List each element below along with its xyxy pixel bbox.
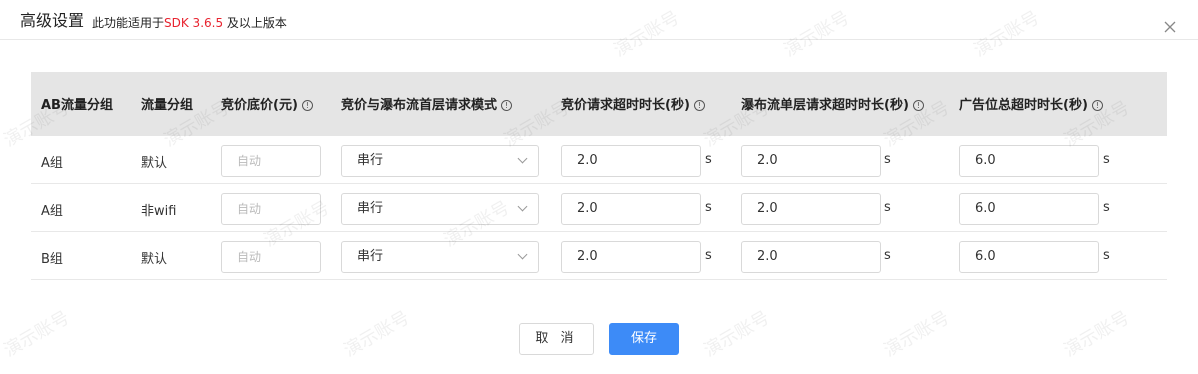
subtitle-prefix: 此功能适用于 xyxy=(92,16,165,30)
info-icon[interactable]: ! xyxy=(912,100,924,111)
col-request-mode: 竞价与瀑布流首层请求模式! xyxy=(341,98,513,114)
unit-label: s xyxy=(884,248,891,263)
info-icon[interactable]: ! xyxy=(1091,100,1103,111)
flow-group-cell: 非wifi xyxy=(141,204,177,219)
watermark: 演示账号 xyxy=(1060,307,1134,362)
col-total-timeout-label: 广告位总超时时长(秒) xyxy=(959,98,1088,113)
dialog-header: 高级设置 此功能适用于SDK 3.6.5 及以上版本 xyxy=(0,0,1198,40)
info-icon[interactable]: ! xyxy=(693,100,705,111)
request-mode-select[interactable]: 串行 xyxy=(341,193,539,225)
bid-timeout-input[interactable]: 2.0 xyxy=(561,193,701,225)
table-row: B组 默认 自动 串行 2.0 s 2.0 s 6.0 s xyxy=(31,232,1167,280)
col-total-timeout: 广告位总超时时长(秒)! xyxy=(959,98,1103,114)
unit-label: s xyxy=(705,152,712,167)
watermark: 演示账号 xyxy=(0,307,74,362)
col-request-mode-label: 竞价与瀑布流首层请求模式 xyxy=(341,98,498,113)
unit-label: s xyxy=(1103,200,1110,215)
col-bid-timeout-label: 竞价请求超时时长(秒) xyxy=(561,98,690,113)
col-floor-price: 竞价底价(元)! xyxy=(221,98,313,114)
col-layer-timeout-label: 瀑布流单层请求超时时长(秒) xyxy=(741,98,909,113)
ab-group-cell: A组 xyxy=(41,204,63,219)
cancel-button[interactable]: 取 消 xyxy=(519,323,594,355)
chevron-down-icon xyxy=(517,201,528,212)
advanced-settings-dialog: 高级设置 此功能适用于SDK 3.6.5 及以上版本 AB流量分组 流量分组 竞… xyxy=(0,0,1198,374)
watermark: 演示账号 xyxy=(700,307,774,362)
subtitle-suffix: 及以上版本 xyxy=(223,16,287,30)
table-row: A组 非wifi 自动 串行 2.0 s 2.0 s 6.0 s xyxy=(31,184,1167,232)
request-mode-value: 串行 xyxy=(357,153,384,168)
col-ab-group: AB流量分组 xyxy=(41,98,113,114)
watermark: 演示账号 xyxy=(880,307,954,362)
layer-timeout-input[interactable]: 2.0 xyxy=(741,145,881,177)
total-timeout-input[interactable]: 6.0 xyxy=(959,145,1099,177)
floor-price-input[interactable]: 自动 xyxy=(221,193,321,225)
layer-timeout-input[interactable]: 2.0 xyxy=(741,193,881,225)
request-mode-value: 串行 xyxy=(357,201,384,216)
save-button[interactable]: 保存 xyxy=(609,323,679,355)
col-ab-group-label: AB流量分组 xyxy=(41,98,113,113)
close-icon[interactable] xyxy=(1163,19,1177,33)
col-flow-group: 流量分组 xyxy=(141,98,193,114)
request-mode-select[interactable]: 串行 xyxy=(341,145,539,177)
unit-label: s xyxy=(705,248,712,263)
unit-label: s xyxy=(1103,152,1110,167)
unit-label: s xyxy=(884,152,891,167)
sdk-version: SDK 3.6.5 xyxy=(164,16,224,30)
floor-price-input[interactable]: 自动 xyxy=(221,241,321,273)
chevron-down-icon xyxy=(517,153,528,164)
col-layer-timeout: 瀑布流单层请求超时时长(秒)! xyxy=(741,98,924,114)
request-mode-select[interactable]: 串行 xyxy=(341,241,539,273)
col-bid-timeout: 竞价请求超时时长(秒)! xyxy=(561,98,705,114)
request-mode-value: 串行 xyxy=(357,249,384,264)
col-floor-price-label: 竞价底价(元) xyxy=(221,98,298,113)
total-timeout-input[interactable]: 6.0 xyxy=(959,193,1099,225)
table-row: A组 默认 自动 串行 2.0 s 2.0 s 6.0 s xyxy=(31,136,1167,184)
settings-table: AB流量分组 流量分组 竞价底价(元)! 竞价与瀑布流首层请求模式! 竞价请求超… xyxy=(31,72,1167,280)
bid-timeout-input[interactable]: 2.0 xyxy=(561,241,701,273)
layer-timeout-input[interactable]: 2.0 xyxy=(741,241,881,273)
unit-label: s xyxy=(884,200,891,215)
floor-price-input[interactable]: 自动 xyxy=(221,145,321,177)
flow-group-cell: 默认 xyxy=(141,156,168,171)
ab-group-cell: A组 xyxy=(41,156,63,171)
chevron-down-icon xyxy=(517,249,528,260)
dialog-title: 高级设置 xyxy=(20,11,85,30)
watermark: 演示账号 xyxy=(340,307,414,362)
total-timeout-input[interactable]: 6.0 xyxy=(959,241,1099,273)
info-icon[interactable]: ! xyxy=(501,100,513,111)
dialog-subtitle: 此功能适用于SDK 3.6.5 及以上版本 xyxy=(92,15,287,31)
col-flow-group-label: 流量分组 xyxy=(141,98,194,113)
ab-group-cell: B组 xyxy=(41,252,63,267)
flow-group-cell: 默认 xyxy=(141,252,168,267)
info-icon[interactable]: ! xyxy=(301,100,313,111)
unit-label: s xyxy=(705,200,712,215)
table-header: AB流量分组 流量分组 竞价底价(元)! 竞价与瀑布流首层请求模式! 竞价请求超… xyxy=(31,72,1167,136)
unit-label: s xyxy=(1103,248,1110,263)
bid-timeout-input[interactable]: 2.0 xyxy=(561,145,701,177)
